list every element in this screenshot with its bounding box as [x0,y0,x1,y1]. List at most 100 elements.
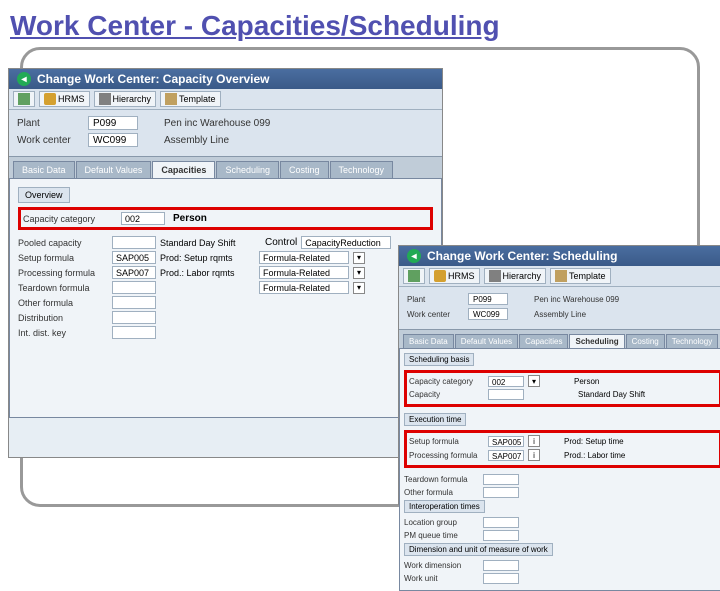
teardown-input-2[interactable] [483,474,519,485]
fr3-input[interactable]: Formula-Related [259,281,349,294]
wc-desc-2: Assembly Line [534,310,586,319]
hrms-label: HRMS [58,94,85,104]
section-interop: Interoperation times [404,500,485,513]
setup-desc: Prod: Setup rqmts [160,253,255,263]
window-title: Change Work Center: Capacity Overview [37,72,270,86]
back-icon-2[interactable]: ◂ [407,249,421,263]
refresh-icon-2 [408,270,420,282]
hrms-button[interactable]: HRMS [39,91,90,107]
capcat-desc-2: Person [574,377,654,386]
window-title-2: Change Work Center: Scheduling [427,249,617,263]
capacity-input[interactable] [488,389,524,400]
header-fields-2: Plant P099 Pen inc Warehouse 099 Work ce… [399,287,720,329]
proc-label: Processing formula [18,268,108,278]
workunit-label: Work unit [404,574,479,583]
wc-label-2: Work center [407,310,462,319]
tab-capacities[interactable]: Capacities [152,161,215,178]
capcat-desc: Person [173,213,207,224]
back-icon[interactable]: ◂ [17,72,31,86]
hierarchy-icon [99,93,111,105]
tab-basic-data[interactable]: Basic Data [13,161,75,178]
tab2-capacities[interactable]: Capacities [519,334,568,348]
pooled-input[interactable] [112,236,156,249]
capcat-label-2: Capacity category [409,377,484,386]
tab2-technology[interactable]: Technology [666,334,718,348]
other-input[interactable] [112,296,156,309]
help-icon-2[interactable]: ▾ [353,267,365,279]
toolbar-2: HRMS Hierarchy Template [399,266,720,287]
tab-technology[interactable]: Technology [330,161,394,178]
info-icon-2[interactable]: i [528,449,540,461]
dist-label: Distribution [18,313,108,323]
pmq-input[interactable] [483,530,519,541]
locgrp-label: Location group [404,518,479,527]
tab-default-values[interactable]: Default Values [76,161,152,178]
help-icon[interactable]: ▾ [353,252,365,264]
tab-scheduling[interactable]: Scheduling [216,161,279,178]
plant-input[interactable]: P099 [88,116,138,130]
tab2-scheduling[interactable]: Scheduling [569,334,624,348]
setup-label-2: Setup formula [409,437,484,446]
wc-input-2[interactable]: WC099 [468,308,508,320]
tab2-costing[interactable]: Costing [626,334,665,348]
toolbar: HRMS Hierarchy Template [9,89,442,110]
setup-input-2[interactable]: SAP005 [488,436,524,447]
template-icon [165,93,177,105]
tab-costing[interactable]: Costing [280,161,329,178]
control-input[interactable]: CapacityReduction [301,236,391,249]
proc-desc-2: Prod.: Labor time [564,451,644,460]
dist-input[interactable] [112,311,156,324]
proc-desc: Prod.: Labor rqmts [160,268,255,278]
refresh-button-2[interactable] [403,268,425,284]
help-icon-3[interactable]: ▾ [353,282,365,294]
other-label-2: Other formula [404,488,479,497]
teardown-label-2: Teardown formula [404,475,479,484]
hrms-icon [44,93,56,105]
capcat-input-2[interactable]: 002 [488,376,524,387]
refresh-button[interactable] [13,91,35,107]
template-button-2[interactable]: Template [550,268,611,284]
plant-desc-2: Pen inc Warehouse 099 [534,295,619,304]
info-icon-1[interactable]: i [528,435,540,447]
hierarchy-label-2: Hierarchy [503,271,542,281]
template-button[interactable]: Template [160,91,221,107]
workdim-input[interactable] [483,560,519,571]
hrms-label-2: HRMS [448,271,475,281]
workcenter-input[interactable]: WC099 [88,133,138,147]
proc-input[interactable]: SAP007 [112,266,156,279]
other-label: Other formula [18,298,108,308]
workdim-label: Work dimension [404,561,479,570]
tab2-default[interactable]: Default Values [455,334,518,348]
section-overview: Overview [18,187,70,203]
proc-input-2[interactable]: SAP007 [488,450,524,461]
workcenter-label: Work center [17,135,82,146]
locgrp-input[interactable] [483,517,519,528]
workunit-input[interactable] [483,573,519,584]
intdist-label: Int. dist. key [18,328,108,338]
other-input-2[interactable] [483,487,519,498]
template-label-2: Template [569,271,606,281]
hierarchy-button-2[interactable]: Hierarchy [484,268,547,284]
template-icon-2 [555,270,567,282]
fr1-input[interactable]: Formula-Related [259,251,349,264]
tab-strip: Basic Data Default Values Capacities Sch… [9,156,442,178]
section-exectime: Execution time [404,413,466,426]
stdshift-2: Standard Day Shift [578,390,658,399]
hrms-button-2[interactable]: HRMS [429,268,480,284]
section-schedbasis: Scheduling basis [404,353,474,366]
plant-input-2[interactable]: P099 [468,293,508,305]
intdist-input[interactable] [112,326,156,339]
highlight-sched-basis: Capacity category 002 ▾ Person Capacity … [404,370,720,407]
hierarchy-button[interactable]: Hierarchy [94,91,157,107]
help-icon-cc2[interactable]: ▾ [528,375,540,387]
setup-input[interactable]: SAP005 [112,251,156,264]
template-label: Template [179,94,216,104]
capcat-label: Capacity category [23,214,113,224]
window-titlebar-2: ◂ Change Work Center: Scheduling [399,246,720,266]
sap-window-capacities: ◂ Change Work Center: Capacity Overview … [8,68,443,458]
tab2-basic[interactable]: Basic Data [403,334,454,348]
fr2-input[interactable]: Formula-Related [259,266,349,279]
teardown-input[interactable] [112,281,156,294]
capcat-input[interactable]: 002 [121,212,165,225]
plant-desc: Pen inc Warehouse 099 [164,118,270,129]
